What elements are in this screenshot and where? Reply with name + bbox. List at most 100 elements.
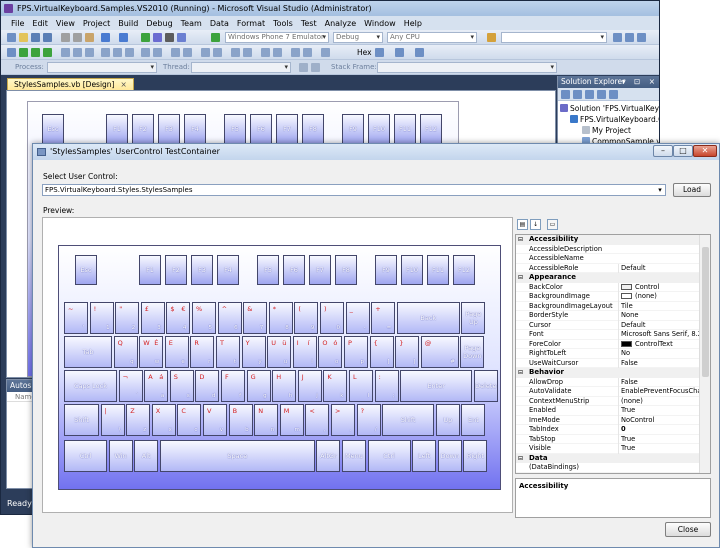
key[interactable]: ¬ ` — [118, 370, 143, 402]
menu-project[interactable]: Project — [79, 19, 114, 28]
property-row[interactable]: AccessibleDescription — [516, 245, 700, 254]
key[interactable]: AltGr — [316, 440, 341, 472]
key[interactable]: " 2 — [115, 302, 140, 334]
key[interactable]: F12 — [420, 114, 442, 144]
redo-icon[interactable] — [119, 33, 128, 42]
key[interactable]: Nn — [254, 404, 279, 436]
key[interactable]: F2 — [165, 255, 187, 285]
size-grid-icon[interactable] — [153, 48, 162, 57]
key[interactable]: Vv — [203, 404, 227, 436]
menu-file[interactable]: File — [7, 19, 28, 28]
key[interactable]: £3 — [140, 302, 165, 334]
key[interactable]: F5 — [224, 114, 246, 144]
show-all-icon[interactable] — [573, 90, 582, 99]
key[interactable]: Down — [437, 440, 462, 472]
key[interactable]: Delete — [473, 370, 498, 402]
align-icon[interactable] — [7, 48, 16, 57]
key[interactable]: ! 1 — [89, 302, 114, 334]
key[interactable]: Cc — [177, 404, 202, 436]
refresh-icon[interactable] — [585, 90, 594, 99]
key[interactable]: F3 — [191, 255, 213, 285]
key[interactable]: Page Up — [461, 302, 486, 334]
open-icon[interactable] — [19, 33, 28, 42]
minimize-button[interactable]: – — [653, 145, 673, 157]
key[interactable]: Kk — [323, 370, 348, 402]
center-v-icon[interactable] — [213, 48, 222, 57]
property-row[interactable]: TabStop True — [516, 434, 700, 444]
key[interactable]: ? / — [356, 404, 381, 436]
key[interactable]: Uü u — [267, 336, 292, 368]
property-row[interactable]: BackgroundImage (none) — [516, 292, 700, 302]
property-row[interactable]: ContextMenuStrip (none) — [516, 396, 700, 406]
new-project-icon[interactable] — [7, 33, 16, 42]
key[interactable]: Ll — [349, 370, 373, 402]
threads-icon[interactable] — [375, 48, 384, 57]
step-icon[interactable] — [19, 48, 28, 57]
copy-icon[interactable] — [73, 33, 82, 42]
paste-icon[interactable] — [85, 33, 94, 42]
pane-buttons[interactable]: ▾ ⊡ × — [622, 76, 658, 88]
key[interactable]: Alt — [134, 440, 159, 472]
step-over-icon[interactable] — [43, 48, 52, 57]
key[interactable]: Page Down — [460, 336, 485, 368]
collapse-icon[interactable]: ⊟ — [518, 235, 523, 245]
key[interactable]: + = — [371, 302, 396, 334]
key[interactable]: F6 — [283, 255, 305, 285]
properties-icon[interactable] — [561, 90, 570, 99]
key[interactable]: WÉw — [139, 336, 164, 368]
save-icon[interactable] — [31, 33, 40, 42]
property-row[interactable]: AllowDrop False — [516, 377, 700, 387]
property-value[interactable]: Default — [618, 320, 700, 330]
property-value[interactable]: ControlText — [618, 339, 700, 349]
key[interactable]: F9 — [342, 114, 364, 144]
breakpoints-window-icon[interactable] — [395, 48, 404, 57]
property-value[interactable]: False — [618, 358, 700, 368]
key[interactable]: Shift — [382, 404, 435, 436]
output-icon[interactable] — [415, 48, 424, 57]
key[interactable]: F5 — [257, 255, 279, 285]
run-icon[interactable] — [211, 33, 220, 42]
key[interactable]: Ent — [461, 404, 486, 436]
property-row[interactable]: Font Microsoft Sans Serif, 8.25pt — [516, 330, 700, 340]
format-2-icon[interactable] — [303, 48, 312, 57]
format-icon[interactable] — [291, 48, 300, 57]
property-row[interactable]: TabIndex 0 — [516, 425, 700, 435]
key[interactable]: Left — [412, 440, 437, 472]
category-behavior[interactable]: ⊟ Behavior — [516, 368, 700, 378]
key[interactable]: Rr — [190, 336, 215, 368]
menu-analyze[interactable]: Analyze — [321, 19, 361, 28]
same-size-icon[interactable] — [141, 48, 150, 57]
align-middle-icon[interactable] — [113, 48, 122, 57]
key[interactable]: F7 — [309, 255, 331, 285]
scrollbar-thumb[interactable] — [702, 247, 709, 377]
spacing-2-icon[interactable] — [183, 48, 192, 57]
property-row[interactable]: AccessibleName — [516, 254, 700, 264]
category-appearance[interactable]: ⊟ Appearance — [516, 273, 700, 283]
menu-format[interactable]: Format — [233, 19, 269, 28]
collapse-icon[interactable]: ⊟ — [518, 368, 523, 378]
key[interactable]: F1 — [106, 114, 128, 144]
property-value[interactable]: EnablePreventFocusChange — [618, 387, 700, 397]
key[interactable]: Right — [463, 440, 488, 472]
key[interactable]: F1 — [139, 255, 161, 285]
flag-icon[interactable] — [311, 63, 320, 72]
pause-icon[interactable] — [153, 33, 162, 42]
category-data[interactable]: ⊟ Data — [516, 453, 700, 463]
key[interactable]: Dd — [195, 370, 220, 402]
key[interactable]: Menu — [342, 440, 366, 472]
key[interactable]: Esc — [42, 114, 64, 144]
key[interactable]: Aá a — [144, 370, 169, 402]
menu-edit[interactable]: Edit — [28, 19, 52, 28]
key[interactable]: Ctrl — [367, 440, 411, 472]
key[interactable]: $ €4 — [166, 302, 191, 334]
stop-icon[interactable] — [165, 33, 174, 42]
key[interactable]: ~ ' — [64, 302, 88, 334]
menu-window[interactable]: Window — [360, 19, 400, 28]
close-tab-icon[interactable]: × — [121, 80, 127, 89]
key[interactable]: Ss — [169, 370, 194, 402]
property-row[interactable]: (DataBindings) — [516, 463, 700, 473]
property-pages-icon[interactable]: ▭ — [547, 219, 558, 230]
property-value[interactable]: 0 — [618, 425, 700, 435]
key[interactable]: @ # — [420, 336, 459, 368]
undo-icon[interactable] — [101, 33, 110, 42]
